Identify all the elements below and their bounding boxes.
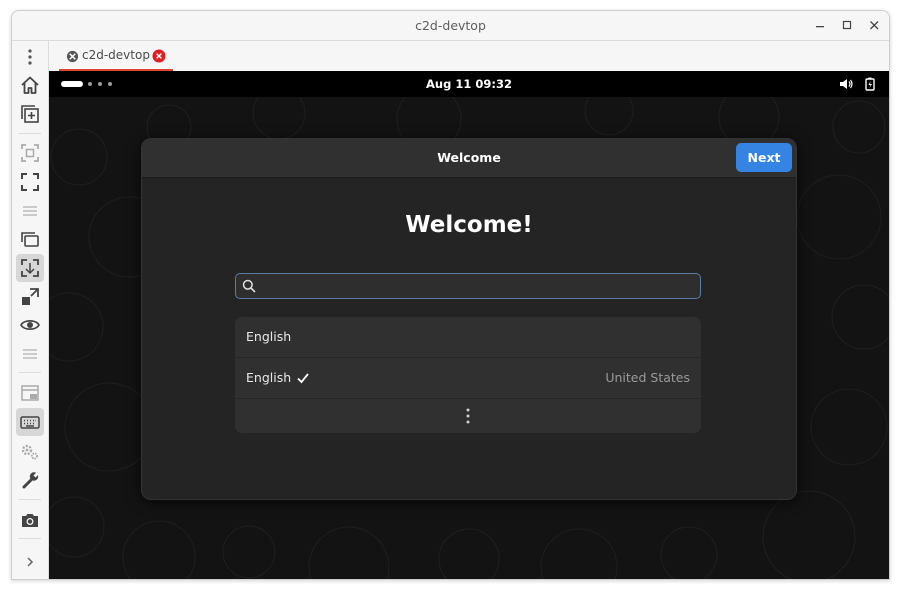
- remote-display[interactable]: Aug 11 09:32 Welcome Next Welcome! Engli…: [49, 71, 889, 579]
- battery-icon[interactable]: [863, 77, 877, 91]
- language-row[interactable]: English: [235, 317, 701, 358]
- dialog-title: Welcome: [437, 150, 501, 165]
- screenshot-button[interactable]: [16, 506, 44, 534]
- dialog-header: Welcome Next: [142, 139, 796, 178]
- volume-icon[interactable]: [839, 77, 853, 91]
- language-region: United States: [605, 370, 690, 385]
- more-languages-button[interactable]: [235, 399, 701, 433]
- toolbar-divider: [19, 538, 41, 539]
- close-window-button[interactable]: [865, 16, 884, 35]
- more-vertical-icon: [466, 408, 470, 424]
- keyboard-icon: [20, 416, 40, 429]
- expand-toolbar-button[interactable]: [16, 548, 44, 576]
- fullscreen-button[interactable]: [16, 168, 44, 196]
- menu-icon: [23, 349, 37, 359]
- resize-icon: [22, 288, 39, 305]
- minimize-icon: [816, 26, 824, 28]
- more-vertical-icon: [28, 49, 32, 65]
- toolbar-divider: [19, 372, 41, 373]
- gnome-top-bar: Aug 11 09:32: [49, 71, 889, 97]
- welcome-heading: Welcome!: [405, 212, 533, 238]
- title-bar: c2d-devtop: [12, 11, 889, 41]
- close-icon: [870, 21, 879, 30]
- wrench-icon: [22, 472, 39, 489]
- scaling-button[interactable]: [16, 254, 44, 282]
- tab-strip: c2d-devtop: [49, 41, 889, 71]
- fit-window-button[interactable]: [16, 139, 44, 167]
- picture-in-picture-button[interactable]: [16, 379, 44, 407]
- tab-label: c2d-devtop: [82, 48, 150, 62]
- keyboard-button[interactable]: [16, 408, 44, 436]
- minimize-button[interactable]: [811, 16, 830, 35]
- resize-button[interactable]: [16, 283, 44, 311]
- checkmark-icon: [297, 373, 309, 384]
- menu-icon: [23, 206, 37, 216]
- clock[interactable]: Aug 11 09:32: [49, 71, 889, 97]
- menu-button[interactable]: [16, 197, 44, 225]
- view-only-button[interactable]: [16, 311, 44, 339]
- search-input[interactable]: [262, 274, 696, 300]
- eye-icon: [20, 320, 40, 330]
- window-stack-icon: [21, 232, 39, 247]
- gears-icon: [21, 444, 38, 460]
- window-title: c2d-devtop: [415, 18, 486, 33]
- fit-screen-icon: [21, 144, 39, 162]
- tools-button[interactable]: [16, 466, 44, 494]
- tab-close-icon[interactable]: [152, 49, 166, 63]
- language-name: English: [246, 370, 292, 385]
- home-icon: [21, 76, 39, 94]
- connection-icon: [66, 50, 79, 63]
- tab-c2d-devtop[interactable]: c2d-devtop: [59, 41, 173, 71]
- language-row-selected[interactable]: English United States: [235, 358, 701, 399]
- maximize-icon: [842, 20, 852, 30]
- language-list: English English United States: [235, 317, 701, 433]
- fullscreen-icon: [21, 173, 39, 191]
- language-name: English: [246, 329, 292, 344]
- search-icon: [242, 279, 256, 293]
- chevron-right-icon: [27, 557, 34, 567]
- toolbar-menu-button[interactable]: [16, 43, 44, 71]
- scale-icon: [21, 259, 39, 277]
- toolbar-divider: [19, 133, 41, 134]
- next-button[interactable]: Next: [736, 143, 792, 172]
- maximize-button[interactable]: [838, 16, 857, 35]
- multi-monitor-button[interactable]: [16, 225, 44, 253]
- new-window-icon: [21, 105, 39, 123]
- camera-icon: [22, 514, 38, 527]
- picture-in-picture-icon: [21, 385, 39, 401]
- home-button[interactable]: [16, 71, 44, 99]
- toolbar-divider: [19, 499, 41, 500]
- menu-button-2[interactable]: [16, 340, 44, 368]
- new-connection-button[interactable]: [16, 100, 44, 128]
- application-window: c2d-devtop c2d-devtop Aug 11 09:32 Welco…: [11, 10, 890, 580]
- left-toolbar: [12, 41, 49, 579]
- language-search[interactable]: [235, 273, 701, 300]
- settings-button[interactable]: [16, 437, 44, 465]
- welcome-dialog: Welcome Next Welcome! English English Un…: [141, 138, 797, 500]
